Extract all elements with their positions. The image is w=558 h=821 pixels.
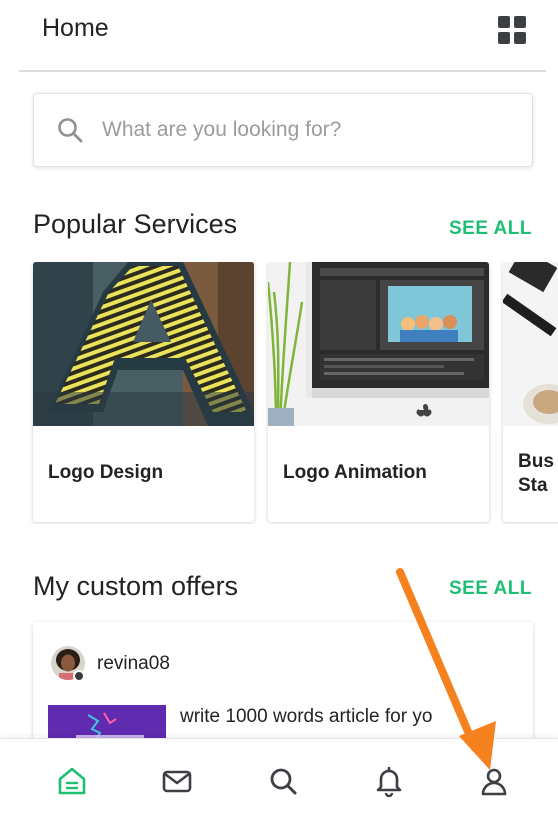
online-status-dot: [73, 670, 85, 682]
screen: Home Popular Services SEE ALL: [0, 0, 558, 821]
stationery-illustration: [503, 262, 558, 426]
service-card-logo-design[interactable]: Logo Design: [33, 262, 254, 522]
service-card-label: Bus Sta: [518, 451, 554, 496]
top-app-bar: Home: [0, 0, 558, 70]
popular-services-title: Popular Services: [33, 209, 238, 239]
nav-inbox[interactable]: [159, 763, 195, 799]
mail-icon: [162, 770, 192, 793]
nav-notifications[interactable]: [371, 763, 407, 799]
home-icon: [58, 767, 86, 795]
service-card-label: Logo Animation: [283, 462, 427, 483]
grid-cell: [514, 16, 526, 28]
bell-icon: [376, 766, 402, 797]
grid-cell: [498, 32, 510, 44]
logo-design-illustration: [33, 262, 254, 426]
bottom-navigation: [0, 738, 558, 821]
grid-cell: [498, 16, 510, 28]
grid-menu-icon[interactable]: [498, 16, 526, 44]
popular-services-carousel[interactable]: Logo Design Logo Animation Bus Sta: [0, 262, 558, 524]
popular-see-all-link[interactable]: SEE ALL: [449, 218, 532, 240]
page-title: Home: [42, 14, 109, 42]
nav-profile[interactable]: [476, 763, 512, 799]
service-card-label: Logo Design: [48, 462, 164, 483]
logo-animation-illustration: [268, 262, 489, 426]
search-icon: [270, 768, 297, 795]
service-card-image: [503, 262, 558, 426]
custom-offers-title: My custom offers: [33, 571, 239, 601]
offer-username: revina08: [97, 653, 170, 674]
nav-search[interactable]: [265, 763, 301, 799]
offers-see-all-link[interactable]: SEE ALL: [449, 578, 532, 600]
service-card-image: [268, 262, 489, 426]
service-card-image: [33, 262, 254, 426]
nav-home[interactable]: [54, 763, 90, 799]
search-bar[interactable]: [33, 93, 533, 167]
service-card-business-stationery[interactable]: Bus Sta: [503, 262, 558, 522]
profile-icon: [481, 768, 507, 796]
service-card-logo-animation[interactable]: Logo Animation: [268, 262, 489, 522]
header-divider: [19, 70, 546, 72]
search-input[interactable]: [102, 110, 512, 150]
grid-cell: [514, 32, 526, 44]
offer-description: write 1000 words article for yo: [180, 706, 433, 727]
search-icon: [58, 118, 83, 143]
